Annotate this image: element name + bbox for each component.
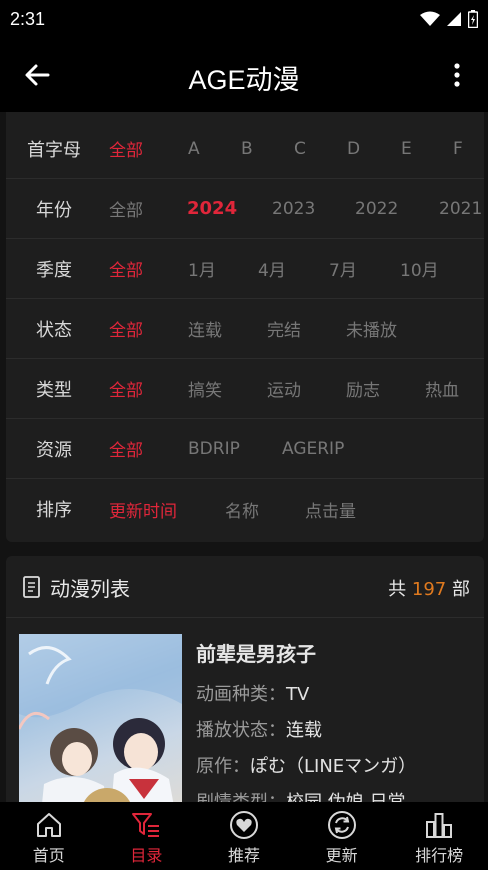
status-bar: 2:31 — [0, 0, 488, 38]
filter-label: 年份 — [36, 199, 72, 221]
anime-list-panel: 动漫列表 共 197 部 前辈是男孩子 动画种类：TV 播放状态：连载 原作：ぽ… — [6, 556, 484, 816]
nav-label: 排行榜 — [415, 846, 464, 865]
page-title: AGE动漫 — [188, 65, 300, 95]
battery-icon — [468, 10, 478, 28]
filter-row-genre: 类型 全部 搞笑 运动 励志 热血 — [6, 359, 484, 419]
filter-option[interactable]: 全部 — [109, 376, 143, 401]
bottom-navigation: 首页 目录 推荐 更新 排行榜 — [0, 802, 488, 870]
filter-label: 类型 — [36, 379, 72, 401]
filter-option[interactable]: 运动 — [267, 376, 301, 401]
filter-option[interactable]: 4月 — [258, 256, 286, 281]
meta-value: ぽむ（LINEマンガ） — [250, 756, 417, 777]
filter-option[interactable]: BDRIP — [188, 439, 240, 459]
filter-row-season: 季度 全部 1月 4月 7月 10月 — [6, 239, 484, 299]
count-prefix: 共 — [388, 579, 412, 600]
filter-option[interactable]: 2024 — [187, 198, 237, 219]
ranking-icon — [426, 813, 453, 838]
list-title: 动漫列表 — [50, 577, 130, 601]
filter-option[interactable]: 点击量 — [305, 497, 356, 522]
filter-option[interactable]: 搞笑 — [188, 376, 222, 401]
nav-updates[interactable]: 更新 — [293, 802, 391, 870]
anime-list-item[interactable]: 前辈是男孩子 动画种类：TV 播放状态：连载 原作：ぽむ（LINEマンガ） 剧情… — [6, 618, 484, 816]
anime-original: 原作：ぽむ（LINEマンガ） — [196, 752, 416, 778]
filter-list-icon — [132, 813, 160, 837]
anime-type: 动画种类：TV — [196, 680, 309, 706]
filter-label: 首字母 — [27, 139, 81, 161]
meta-label: 原作： — [196, 756, 250, 777]
anime-title[interactable]: 前辈是男孩子 — [196, 638, 316, 667]
filter-panel: 首字母 全部 A B C D E F 年份 全部 2024 2023 2022 … — [6, 112, 484, 542]
nav-catalog[interactable]: 目录 — [98, 802, 196, 870]
nav-label: 更新 — [325, 846, 358, 865]
filter-option[interactable]: 励志 — [346, 376, 380, 401]
meta-value: TV — [286, 684, 310, 705]
nav-label: 目录 — [130, 846, 163, 865]
count-suffix: 部 — [446, 579, 470, 600]
nav-ranking[interactable]: 排行榜 — [390, 802, 488, 870]
filter-option[interactable]: C — [294, 139, 306, 159]
filter-option[interactable]: 全部 — [109, 316, 143, 341]
more-options-icon[interactable] — [442, 60, 472, 90]
refresh-icon — [327, 811, 356, 839]
nav-label: 推荐 — [227, 846, 260, 865]
filter-option[interactable]: 7月 — [329, 256, 357, 281]
filter-label: 状态 — [36, 319, 72, 341]
filter-option[interactable]: 连载 — [188, 316, 222, 341]
list-header: 动漫列表 共 197 部 — [6, 556, 484, 618]
filter-option[interactable]: 2023 — [272, 199, 315, 219]
filter-row-year: 年份 全部 2024 2023 2022 2021 — [6, 179, 484, 239]
filter-label: 排序 — [36, 500, 72, 521]
filter-row-status: 状态 全部 连载 完结 未播放 — [6, 299, 484, 359]
nav-home[interactable]: 首页 — [0, 802, 98, 870]
filter-row-sort: 排序 更新时间 名称 点击量 — [6, 479, 484, 539]
anime-play-status: 播放状态：连载 — [196, 716, 322, 742]
filter-row-resource: 资源 全部 BDRIP AGERIP — [6, 419, 484, 479]
filter-option[interactable]: 全部 — [109, 136, 143, 161]
meta-label: 动画种类： — [196, 684, 286, 705]
filter-option[interactable]: B — [241, 139, 253, 159]
status-time: 2:31 — [10, 8, 46, 29]
filter-option[interactable]: D — [347, 139, 360, 159]
filter-option[interactable]: 10月 — [400, 256, 439, 281]
meta-label: 播放状态： — [196, 720, 286, 741]
filter-option[interactable]: 1月 — [188, 256, 216, 281]
filter-option[interactable]: F — [453, 139, 463, 159]
filter-option[interactable]: AGERIP — [282, 439, 344, 459]
anime-cover-image[interactable] — [19, 634, 182, 816]
app-bar: AGE动漫 — [0, 38, 488, 112]
heart-icon — [229, 811, 258, 839]
meta-value: 连载 — [286, 720, 322, 741]
filter-option[interactable]: 名称 — [225, 497, 259, 522]
filter-option[interactable]: 未播放 — [346, 316, 397, 341]
filter-option[interactable]: 2021 — [439, 199, 482, 219]
filter-option[interactable]: 全部 — [109, 436, 143, 461]
filter-option[interactable]: 2022 — [355, 199, 398, 219]
cellular-signal-icon — [447, 12, 461, 26]
filter-label: 季度 — [36, 259, 72, 281]
filter-option[interactable]: E — [401, 139, 412, 159]
filter-label: 资源 — [36, 439, 72, 461]
count-number: 197 — [411, 579, 447, 600]
filter-option[interactable]: A — [188, 139, 200, 159]
home-icon — [36, 813, 61, 837]
status-icons — [420, 10, 478, 28]
filter-option[interactable]: 全部 — [109, 256, 143, 281]
list-count: 共 197 部 — [388, 575, 470, 601]
nav-recommend[interactable]: 推荐 — [195, 802, 293, 870]
filter-option[interactable]: 完结 — [267, 316, 301, 341]
filter-row-initial: 首字母 全部 A B C D E F — [6, 119, 484, 179]
filter-option[interactable]: 全部 — [109, 196, 143, 221]
filter-option[interactable]: 热血 — [425, 376, 459, 401]
filter-option[interactable]: 更新时间 — [109, 497, 177, 522]
nav-label: 首页 — [32, 846, 65, 865]
document-list-icon — [23, 576, 40, 598]
wifi-icon — [420, 11, 440, 26]
